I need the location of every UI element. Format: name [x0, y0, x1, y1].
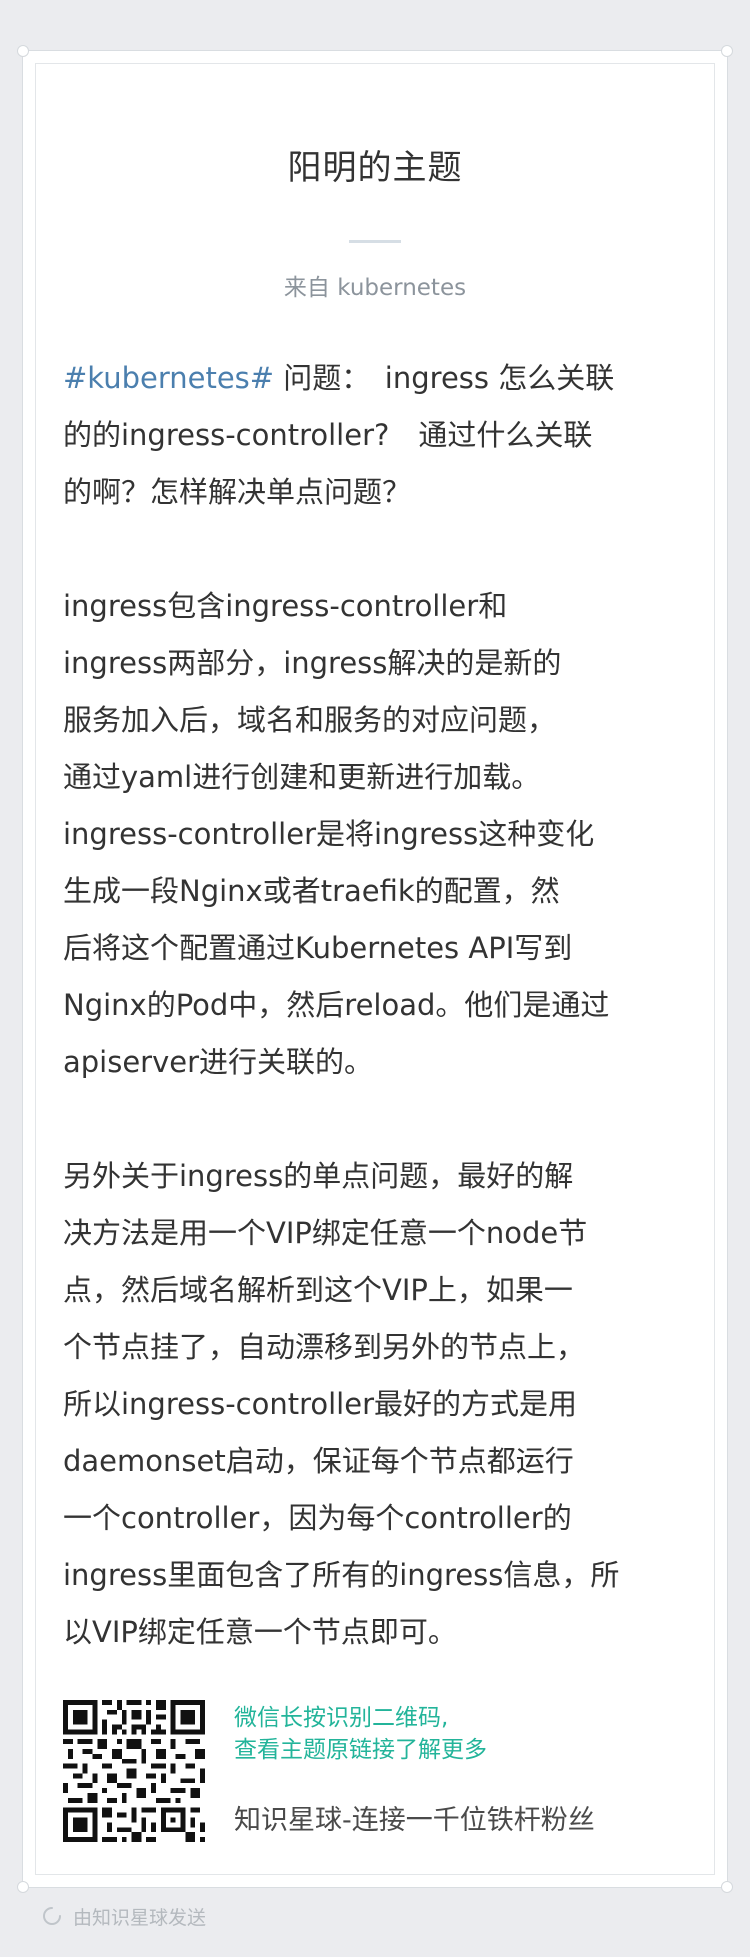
topic-title: 阳明的主题 — [287, 148, 463, 188]
question-line: #kubernetes# 问题： ingress 怎么关联 — [63, 350, 691, 407]
answer-line: 以VIP绑定任意一个节点即可。 — [63, 1615, 457, 1649]
answer-line: ingress里面包含了所有的ingress信息，所 — [63, 1558, 620, 1592]
loading-spinner-icon — [43, 1907, 61, 1925]
qr-tip-line: 查看主题原链接了解更多 — [234, 1737, 487, 1763]
qr-footer: 微信长按识别二维码, 查看主题原链接了解更多 知识星球-连接一千位铁杆粉丝 — [63, 1700, 703, 1845]
answer-line: 另外关于ingress的单点问题，最好的解 — [63, 1159, 574, 1193]
topic-source: 来自 kubernetes — [283, 275, 467, 301]
answer-line: ingress两部分，ingress解决的是新的 — [63, 646, 562, 680]
qr-code-icon[interactable] — [63, 1700, 205, 1842]
sent-by-text: 由知识星球发送 — [73, 1906, 207, 1929]
answer-line: 决方法是用一个VIP绑定任意一个node节 — [63, 1216, 588, 1250]
post-content: #kubernetes# 问题： ingress 怎么关联 的的ingress-… — [63, 350, 691, 1661]
corner-ornament — [721, 45, 733, 57]
corner-ornament — [17, 1881, 29, 1893]
answer-line: 点，然后域名解析到这个VIP上，如果一 — [63, 1273, 573, 1307]
answer-line: 生成一段Nginx或者traefik的配置，然 — [63, 874, 560, 908]
qr-tip-line: 微信长按识别二维码, — [234, 1705, 449, 1731]
corner-ornament — [17, 45, 29, 57]
answer-line: daemonset启动，保证每个节点都运行 — [63, 1444, 574, 1478]
answer-line: ingress包含ingress-controller和 — [63, 589, 508, 623]
qr-tip: 微信长按识别二维码, 查看主题原链接了解更多 — [234, 1702, 487, 1766]
answer-line: 一个controller，因为每个controller的 — [63, 1501, 572, 1535]
answer-line: apiserver进行关联的。 — [63, 1045, 374, 1079]
title-divider — [349, 240, 401, 243]
answer-line: Nginx的Pod中，然后reload。他们是通过 — [63, 988, 610, 1022]
brand-slogan: 知识星球-连接一千位铁杆粉丝 — [234, 1805, 595, 1836]
answer-line: 个节点挂了，自动漂移到另外的节点上， — [63, 1330, 586, 1364]
answer-line: 服务加入后，域名和服务的对应问题， — [63, 703, 557, 737]
answer-line: ingress-controller是将ingress这种变化 — [63, 817, 595, 851]
corner-ornament — [721, 1881, 733, 1893]
answer-line: 通过yaml进行创建和更新进行加载。 — [63, 760, 541, 794]
answer-line: 后将这个配置通过Kubernetes API写到 — [63, 931, 573, 965]
question-line: 的的ingress-controller? 通过什么关联 — [63, 418, 593, 452]
question-line: 的啊？怎样解决单点问题？ — [63, 475, 412, 509]
sent-by-bar: 由知识星球发送 — [42, 1904, 207, 1929]
hashtag-link[interactable]: #kubernetes# — [63, 361, 274, 395]
question-text: 问题： ingress 怎么关联 — [274, 361, 615, 395]
answer-line: 所以ingress-controller最好的方式是用 — [63, 1387, 577, 1421]
